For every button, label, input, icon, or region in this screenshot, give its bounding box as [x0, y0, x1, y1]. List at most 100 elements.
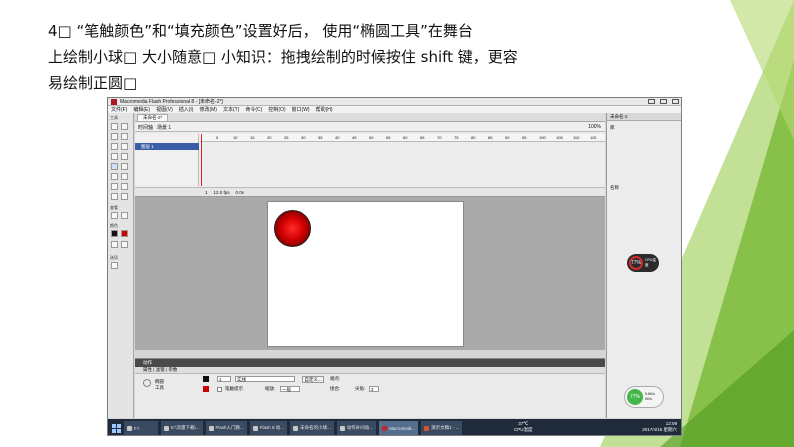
flash-screenshot: Macromedia Flash Professional 8 - [未命名-2…	[107, 97, 682, 436]
taskbar-item-label: F:\	[134, 425, 140, 431]
menu-edit[interactable]: 编辑(E)	[133, 106, 150, 113]
subselect-tool-icon[interactable]	[121, 123, 128, 130]
lasso-tool-icon[interactable]	[121, 143, 128, 150]
stage[interactable]	[267, 201, 464, 347]
brush-tool-icon[interactable]	[121, 173, 128, 180]
cap-label: 端点:	[330, 376, 341, 381]
taskbar-item[interactable]: 未命名的小球...	[290, 421, 334, 435]
free-transform-tool-icon[interactable]	[111, 133, 118, 140]
stroke-hint-checkbox[interactable]	[217, 387, 222, 392]
ruler-tick-label: 95	[522, 135, 527, 140]
playhead[interactable]	[201, 134, 202, 186]
name-column-header[interactable]: 名称	[610, 185, 619, 191]
library-label: 库	[610, 125, 615, 130]
arrow-tool-icon[interactable]	[111, 123, 118, 130]
word-icon	[339, 425, 345, 431]
ink-bottle-tool-icon[interactable]	[111, 183, 118, 190]
window-title: Macromedia Flash Professional 8 - [未命名-2…	[120, 99, 223, 105]
stroke-style-select[interactable]: 实线	[235, 376, 295, 382]
ruler-tick-label: 65	[420, 135, 425, 140]
taskbar-clock[interactable]: 12:09 2017/4/15 星期六	[642, 421, 677, 433]
fill-color-swatch[interactable]	[121, 230, 128, 237]
eraser-tool-icon[interactable]	[121, 193, 128, 200]
library-title[interactable]: 未命名-2	[607, 113, 681, 121]
taskbar-item[interactable]: F:\	[124, 421, 158, 435]
layer-list: 图层 1	[135, 134, 199, 186]
oval-tool-preview-icon	[143, 379, 151, 387]
custom-button[interactable]: 自定义...	[302, 376, 324, 383]
zoom-tool-icon[interactable]	[121, 212, 128, 219]
text-tool-icon[interactable]	[121, 153, 128, 160]
rectangle-tool-icon[interactable]	[121, 163, 128, 170]
menu-help[interactable]: 帮助(H)	[316, 106, 333, 113]
fill-transform-tool-icon[interactable]	[121, 133, 128, 140]
menu-modify[interactable]: 修改(M)	[199, 106, 217, 113]
scale-select[interactable]: 一般	[280, 386, 300, 392]
taskbar-item[interactable]: Flash 8 动...	[249, 421, 288, 435]
taskbar-item-active[interactable]: Macromedi...	[379, 421, 419, 435]
timeline-status: 1 12.0 fps 0.0s	[135, 187, 605, 196]
actions-label: 动作	[143, 360, 152, 365]
ruler-tick-label: 60	[403, 135, 408, 140]
taskbar-item[interactable]: E:\流量下载\...	[161, 421, 203, 435]
close-button[interactable]	[672, 99, 679, 104]
hand-tool-icon[interactable]	[111, 212, 118, 219]
corner-input[interactable]: 3	[369, 386, 379, 392]
oval-tool-icon[interactable]	[111, 163, 118, 170]
taskbar-item[interactable]: 演示文稿1 - ...	[421, 421, 463, 435]
ruler-tick-label: 40	[335, 135, 340, 140]
eyedropper-tool-icon[interactable]	[111, 193, 118, 200]
menu-control[interactable]: 控制(O)	[268, 106, 285, 113]
line-tool-icon[interactable]	[111, 143, 118, 150]
ruler-tick-label: 105	[556, 135, 563, 140]
stroke-width-input[interactable]: 1	[217, 376, 231, 382]
red-ball-shape[interactable]	[274, 210, 311, 247]
corner-label: 尖角:	[355, 386, 366, 391]
browser-icon	[208, 425, 214, 431]
current-frame: 1	[205, 189, 208, 195]
word-icon	[293, 425, 299, 431]
swap-colors-icon[interactable]	[111, 241, 118, 248]
stroke-color-swatch[interactable]	[111, 230, 118, 237]
object-drawing-icon[interactable]	[111, 262, 118, 269]
ruler-tick-label: 20	[267, 135, 272, 140]
properties-tab-label: 属性 | 滤镜 | 参数	[143, 367, 178, 372]
paint-bucket-tool-icon[interactable]	[121, 183, 128, 190]
minimize-button[interactable]	[648, 99, 655, 104]
document-tab[interactable]: 未命名-2*	[137, 114, 169, 121]
stroke-swatch[interactable]	[203, 376, 209, 382]
maximize-button[interactable]	[660, 99, 667, 104]
layer-row[interactable]: 图层 1	[135, 143, 199, 150]
menu-insert[interactable]: 插入(I)	[179, 106, 194, 113]
elapsed-time: 0.0s	[235, 189, 245, 195]
taskbar-temperature: 37℃ CPU温度	[514, 421, 533, 432]
folder-icon	[164, 425, 169, 431]
pen-tool-icon[interactable]	[111, 153, 118, 160]
menu-file[interactable]: 文件(F)	[111, 106, 127, 113]
slide-text-line3: 易绘制正圆□	[48, 74, 138, 92]
menu-text[interactable]: 文本(T)	[223, 106, 239, 113]
no-color-icon[interactable]	[121, 241, 128, 248]
actions-header[interactable]: 动作	[135, 359, 605, 367]
timeline-button[interactable]: 时间轴	[138, 124, 153, 131]
tools-panel: 工具 查看 颜色 选项	[108, 113, 134, 418]
pencil-tool-icon[interactable]	[111, 173, 118, 180]
zoom-select[interactable]: 100%	[588, 124, 601, 130]
menu-commands[interactable]: 命令(C)	[245, 106, 262, 113]
taskbar-item[interactable]: Flash入门教...	[205, 421, 247, 435]
ruler-tick-label: 15	[250, 135, 255, 140]
windows-start-icon[interactable]	[112, 423, 121, 433]
menu-view[interactable]: 视图(V)	[156, 106, 173, 113]
taskbar-item-label: E:\流量下载\...	[171, 425, 200, 430]
scene-label: 场景 1	[157, 124, 172, 131]
cpu-usage-percent: 77%	[627, 389, 643, 405]
network-speed: 5.6K/s 0K/s	[645, 392, 655, 402]
menu-window[interactable]: 窗口(W)	[292, 106, 310, 113]
layer-name: 图层 1	[141, 143, 154, 149]
taskbar-item-label: 演示文稿1 - ...	[431, 425, 460, 430]
taskbar-item[interactable]: 动作补间动...	[336, 421, 377, 435]
stroke-hint-label: 笔触提示	[225, 386, 243, 391]
properties-tabs[interactable]: 属性 | 滤镜 | 参数	[135, 367, 605, 374]
taskbar-item-label: Flash 8 动...	[259, 425, 285, 430]
fill-swatch[interactable]	[203, 386, 209, 392]
